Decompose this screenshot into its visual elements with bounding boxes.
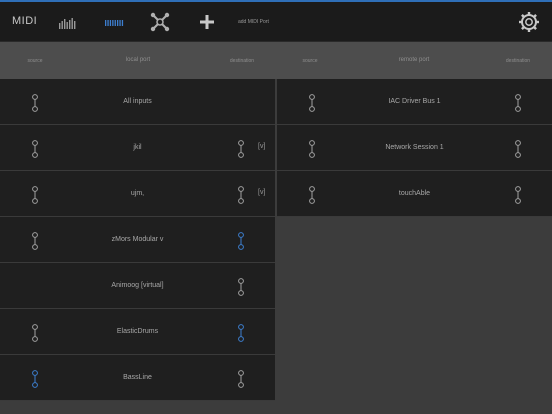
destination-connector-icon[interactable] xyxy=(514,94,522,112)
destination-connector-icon[interactable] xyxy=(237,232,245,250)
column-header: source local port destination source rem… xyxy=(0,42,552,79)
midi-routing-app: MIDI add MIDI Port source local port des… xyxy=(0,0,552,414)
port-row[interactable]: BassLine xyxy=(0,355,275,401)
port-name: ujm, xyxy=(130,190,145,197)
port-row[interactable]: All inputs xyxy=(0,79,275,125)
source-connector-icon[interactable] xyxy=(31,232,39,250)
destination-connector-icon[interactable] xyxy=(237,140,245,158)
header-local-port: local port xyxy=(125,57,151,63)
port-row[interactable]: ujm, [v] xyxy=(0,171,275,217)
source-connector-icon[interactable] xyxy=(31,94,39,112)
port-name: ElasticDrums xyxy=(116,328,159,335)
source-connector-icon[interactable] xyxy=(31,324,39,342)
port-name: touchAble xyxy=(398,190,431,197)
toolbar: MIDI add MIDI Port xyxy=(0,2,552,42)
channel-bars-icon[interactable] xyxy=(104,14,126,35)
header-source-left: source xyxy=(27,58,43,64)
source-connector-icon[interactable] xyxy=(308,140,316,158)
port-row[interactable]: touchAble xyxy=(277,171,552,217)
destination-connector-icon[interactable] xyxy=(514,186,522,204)
port-name: zMors Modular v xyxy=(111,236,164,243)
source-connector-icon[interactable] xyxy=(31,140,39,158)
header-remote-port: remote port xyxy=(398,57,430,63)
port-name: IAC Driver Bus 1 xyxy=(388,98,441,105)
destination-connector-icon[interactable] xyxy=(237,324,245,342)
destination-connector-icon[interactable] xyxy=(237,186,245,204)
destination-connector-icon[interactable] xyxy=(237,278,245,296)
port-row[interactable]: Animoog [virtual] xyxy=(0,263,275,309)
add-icon[interactable] xyxy=(199,14,215,35)
header-destination-left: destination xyxy=(229,58,255,64)
port-row[interactable]: zMors Modular v xyxy=(0,217,275,263)
destination-connector-icon[interactable] xyxy=(514,140,522,158)
routing-icon[interactable] xyxy=(150,12,170,37)
settings-gear-icon[interactable] xyxy=(518,11,540,38)
app-title: MIDI xyxy=(12,15,38,27)
port-row[interactable]: Network Session 1 xyxy=(277,125,552,171)
source-connector-icon[interactable] xyxy=(308,186,316,204)
source-connector-icon[interactable] xyxy=(31,370,39,388)
port-row[interactable]: jkil [v] xyxy=(0,125,275,171)
port-name: All inputs xyxy=(123,98,152,105)
port-name: Network Session 1 xyxy=(385,144,444,151)
destination-connector-icon[interactable] xyxy=(237,370,245,388)
source-connector-icon[interactable] xyxy=(308,94,316,112)
header-source-right: source xyxy=(302,58,318,64)
level-meter-icon[interactable] xyxy=(58,14,78,35)
port-row[interactable]: IAC Driver Bus 1 xyxy=(277,79,552,125)
port-name: BassLine xyxy=(123,374,152,381)
virtual-tag: [v] xyxy=(258,143,266,150)
add-midi-port-button[interactable]: add MIDI Port xyxy=(238,19,269,25)
header-destination-right: destination xyxy=(505,58,531,64)
port-name: jkil xyxy=(133,144,142,151)
port-row[interactable]: ElasticDrums xyxy=(0,309,275,355)
port-name: Animoog [virtual] xyxy=(111,282,164,289)
virtual-tag: [v] xyxy=(258,189,266,196)
source-connector-icon[interactable] xyxy=(31,186,39,204)
